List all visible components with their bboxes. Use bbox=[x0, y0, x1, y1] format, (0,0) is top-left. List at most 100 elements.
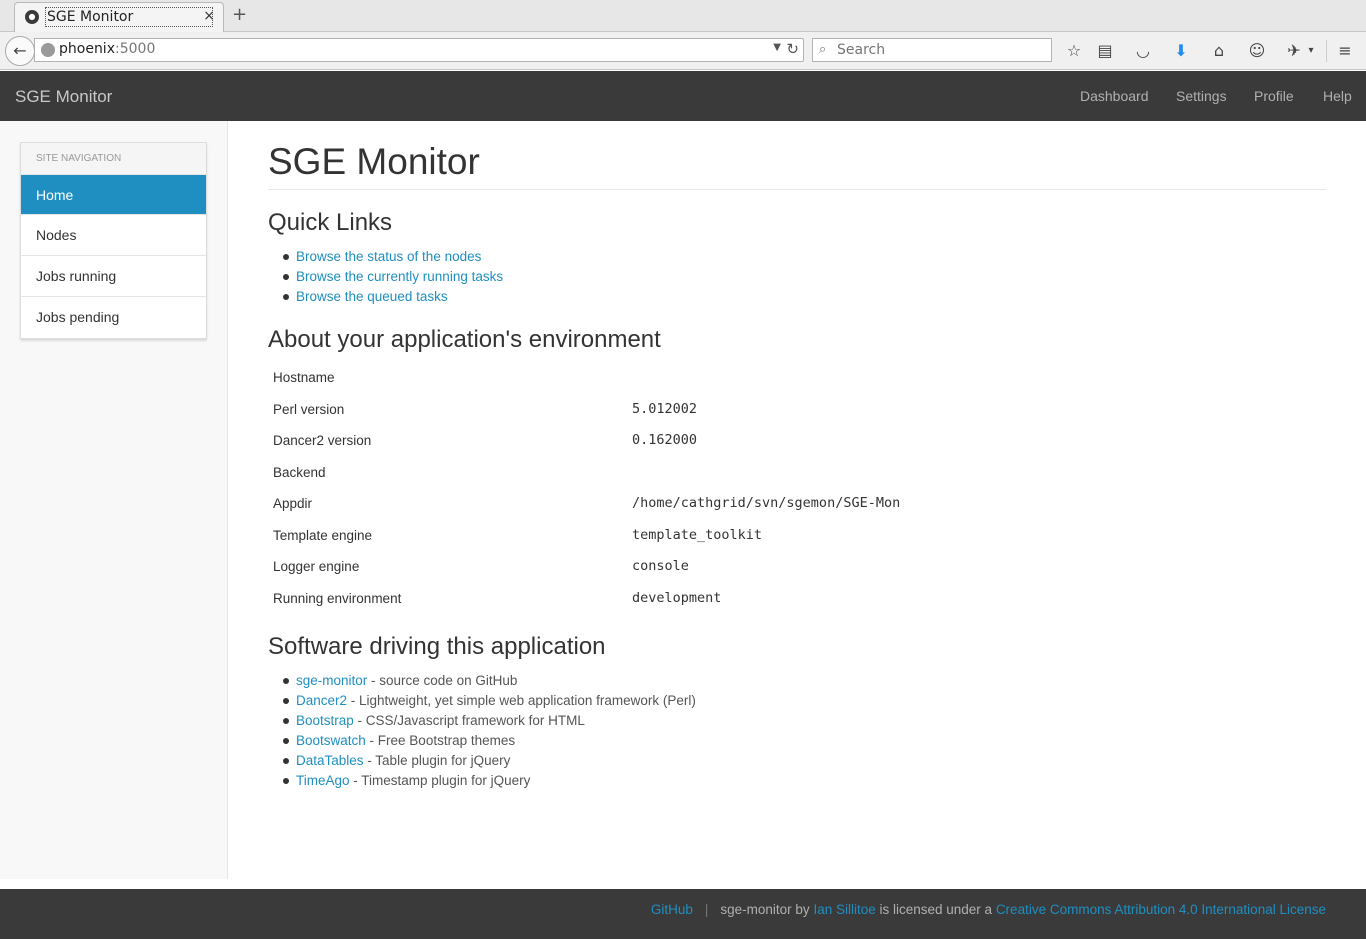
env-key: Appdir bbox=[273, 496, 313, 511]
table-row: Template engine template_toolkit bbox=[268, 521, 1326, 553]
env-key: Dancer2 version bbox=[273, 433, 372, 448]
sidebar-item-home[interactable]: Home bbox=[21, 175, 206, 215]
url-dropdown-icon[interactable]: ▼ bbox=[773, 42, 781, 53]
page-title: SGE Monitor bbox=[268, 141, 480, 182]
link-running-tasks[interactable]: Browse the currently running tasks bbox=[296, 269, 503, 284]
footer-separator: | bbox=[704, 902, 709, 917]
env-key: Backend bbox=[273, 464, 326, 480]
sidebar-heading: SITE NAVIGATION bbox=[21, 143, 206, 175]
footer-text-2: is licensed under a bbox=[875, 902, 996, 917]
env-value: 0.162000 bbox=[632, 432, 698, 448]
list-item: Browse the status of the nodes bbox=[282, 247, 503, 267]
software-desc: - Timestamp plugin for jQuery bbox=[349, 773, 531, 788]
new-tab-button[interactable]: + bbox=[232, 4, 247, 25]
browser-tab-bar: ● SGE Monitor × + bbox=[0, 0, 1366, 32]
nav-help[interactable]: Help bbox=[1323, 88, 1352, 104]
software-desc: - Free Bootstrap themes bbox=[365, 733, 516, 748]
sidebar-item-jobs-running[interactable]: Jobs running bbox=[21, 256, 206, 297]
favicon-icon: ● bbox=[25, 10, 39, 24]
table-row: Dancer2 version 0.162000 bbox=[268, 426, 1326, 458]
back-button[interactable]: ← bbox=[5, 36, 35, 66]
brand-link[interactable]: SGE Monitor bbox=[15, 87, 112, 107]
env-key: Perl version bbox=[273, 401, 345, 417]
software-desc: - CSS/Javascript framework for HTML bbox=[353, 713, 585, 728]
search-icon: ⌕ bbox=[819, 42, 827, 57]
link-nodes-status[interactable]: Browse the status of the nodes bbox=[296, 249, 481, 264]
table-row: Hostname bbox=[268, 363, 1326, 395]
browser-toolbar: phoenix:5000 ▼ ↻ ← ⌕ ☆ ▤ ◡ ⬇ ⌂ ☺ ✈ ▾ ≡ bbox=[0, 32, 1366, 70]
download-icon[interactable]: ⬇ bbox=[1170, 40, 1192, 62]
link-dancer2[interactable]: Dancer2 bbox=[296, 693, 347, 708]
title-divider bbox=[268, 189, 1326, 190]
software-desc: - source code on GitHub bbox=[367, 673, 518, 688]
url-port: :5000 bbox=[115, 41, 156, 57]
search-bar[interactable]: ⌕ bbox=[812, 38, 1052, 62]
reading-list-icon[interactable]: ▤ bbox=[1094, 40, 1116, 62]
list-item: Browse the currently running tasks bbox=[282, 267, 503, 287]
list-item: Dancer2 - Lightweight, yet simple web ap… bbox=[283, 691, 696, 711]
link-queued-tasks[interactable]: Browse the queued tasks bbox=[296, 289, 448, 304]
close-tab-icon[interactable]: × bbox=[203, 8, 215, 24]
url-text: phoenix:5000 bbox=[59, 41, 155, 57]
env-value: 5.012002 bbox=[632, 400, 698, 417]
footer: GitHub | sge-monitor by Ian Sillitoe is li… bbox=[0, 889, 1366, 939]
list-item: TimeAgo - Timestamp plugin for jQuery bbox=[283, 771, 696, 791]
back-arrow-icon: ← bbox=[13, 41, 27, 60]
toolbar-separator bbox=[1326, 40, 1327, 62]
link-timeago[interactable]: TimeAgo bbox=[296, 773, 350, 788]
home-icon[interactable]: ⌂ bbox=[1208, 40, 1230, 62]
footer-text: GitHub | sge-monitor by Ian Sillitoe is li… bbox=[651, 902, 1326, 917]
link-sge-monitor[interactable]: sge-monitor bbox=[296, 673, 367, 688]
nav-settings[interactable]: Settings bbox=[1176, 88, 1227, 104]
table-row: Appdir/home/cathgrid/svn/sgemon/SGE-Mon bbox=[268, 489, 1326, 521]
env-value: template_toolkit bbox=[632, 526, 763, 543]
nav-dashboard[interactable]: Dashboard bbox=[1080, 88, 1149, 104]
nav-profile[interactable]: Profile bbox=[1254, 88, 1294, 104]
software-desc: - Lightweight, yet simple web applicatio… bbox=[347, 693, 696, 708]
env-key: Template engine bbox=[273, 527, 373, 543]
url-host: phoenix bbox=[59, 41, 115, 57]
quick-links-list: Browse the status of the nodes Browse th… bbox=[282, 247, 503, 307]
footer-author-link[interactable]: Ian Sillitoe bbox=[813, 902, 875, 917]
bookmark-star-icon[interactable]: ☆ bbox=[1063, 40, 1085, 62]
table-row: Perl version 5.012002 bbox=[268, 395, 1326, 427]
env-value: console bbox=[632, 558, 689, 574]
sidebar-item-jobs-pending[interactable]: Jobs pending bbox=[21, 297, 206, 338]
quick-links-heading: Quick Links bbox=[268, 209, 393, 236]
env-key: Running environment bbox=[273, 590, 402, 606]
env-value: /home/cathgrid/svn/sgemon/SGE-Mon bbox=[632, 495, 901, 511]
globe-icon bbox=[41, 43, 55, 57]
list-item: Bootstrap - CSS/Javascript framework for… bbox=[283, 711, 696, 731]
table-row: Backend bbox=[268, 458, 1326, 490]
tab-title: SGE Monitor bbox=[45, 7, 213, 27]
pocket-icon[interactable]: ◡ bbox=[1132, 40, 1154, 62]
site-navigation-panel: SITE NAVIGATION Home Nodes Jobs running … bbox=[20, 142, 207, 339]
link-bootswatch[interactable]: Bootswatch bbox=[296, 733, 366, 748]
software-list: sge-monitor - source code on GitHub Danc… bbox=[283, 671, 696, 791]
env-key: Hostname bbox=[273, 370, 335, 385]
search-input[interactable] bbox=[837, 41, 1047, 59]
footer-license-link[interactable]: Creative Commons Attribution 4.0 Interna… bbox=[996, 902, 1326, 917]
env-value: development bbox=[632, 589, 722, 606]
list-item: Browse the queued tasks bbox=[282, 287, 503, 307]
chat-icon[interactable]: ☺ bbox=[1246, 40, 1268, 62]
list-item: sge-monitor - source code on GitHub bbox=[283, 671, 696, 691]
table-row: Running environment development bbox=[268, 584, 1326, 616]
list-item: Bootswatch - Free Bootstrap themes bbox=[283, 731, 696, 751]
env-key: Logger engine bbox=[273, 559, 360, 574]
addon-dropdown-icon[interactable]: ▾ bbox=[1300, 40, 1322, 62]
footer-github-link[interactable]: GitHub bbox=[651, 902, 693, 917]
software-heading: Software driving this application bbox=[268, 633, 606, 660]
link-datatables[interactable]: DataTables bbox=[296, 753, 364, 768]
reload-icon[interactable]: ↻ bbox=[786, 40, 799, 58]
table-row: Logger engine console bbox=[268, 552, 1326, 584]
list-item: DataTables - Table plugin for jQuery bbox=[283, 751, 696, 771]
browser-tab[interactable]: ● SGE Monitor × bbox=[14, 2, 224, 32]
menu-icon[interactable]: ≡ bbox=[1334, 40, 1356, 62]
sidebar-item-nodes[interactable]: Nodes bbox=[21, 215, 206, 256]
environment-heading: About your application's environment bbox=[268, 326, 661, 353]
app-navbar: SGE Monitor Dashboard Settings Profile H… bbox=[0, 71, 1366, 121]
url-bar[interactable]: phoenix:5000 ▼ ↻ bbox=[34, 38, 804, 62]
link-bootstrap[interactable]: Bootstrap bbox=[296, 713, 354, 728]
environment-table: Hostname Perl version 5.012002 Dancer2 ve… bbox=[268, 363, 1326, 615]
